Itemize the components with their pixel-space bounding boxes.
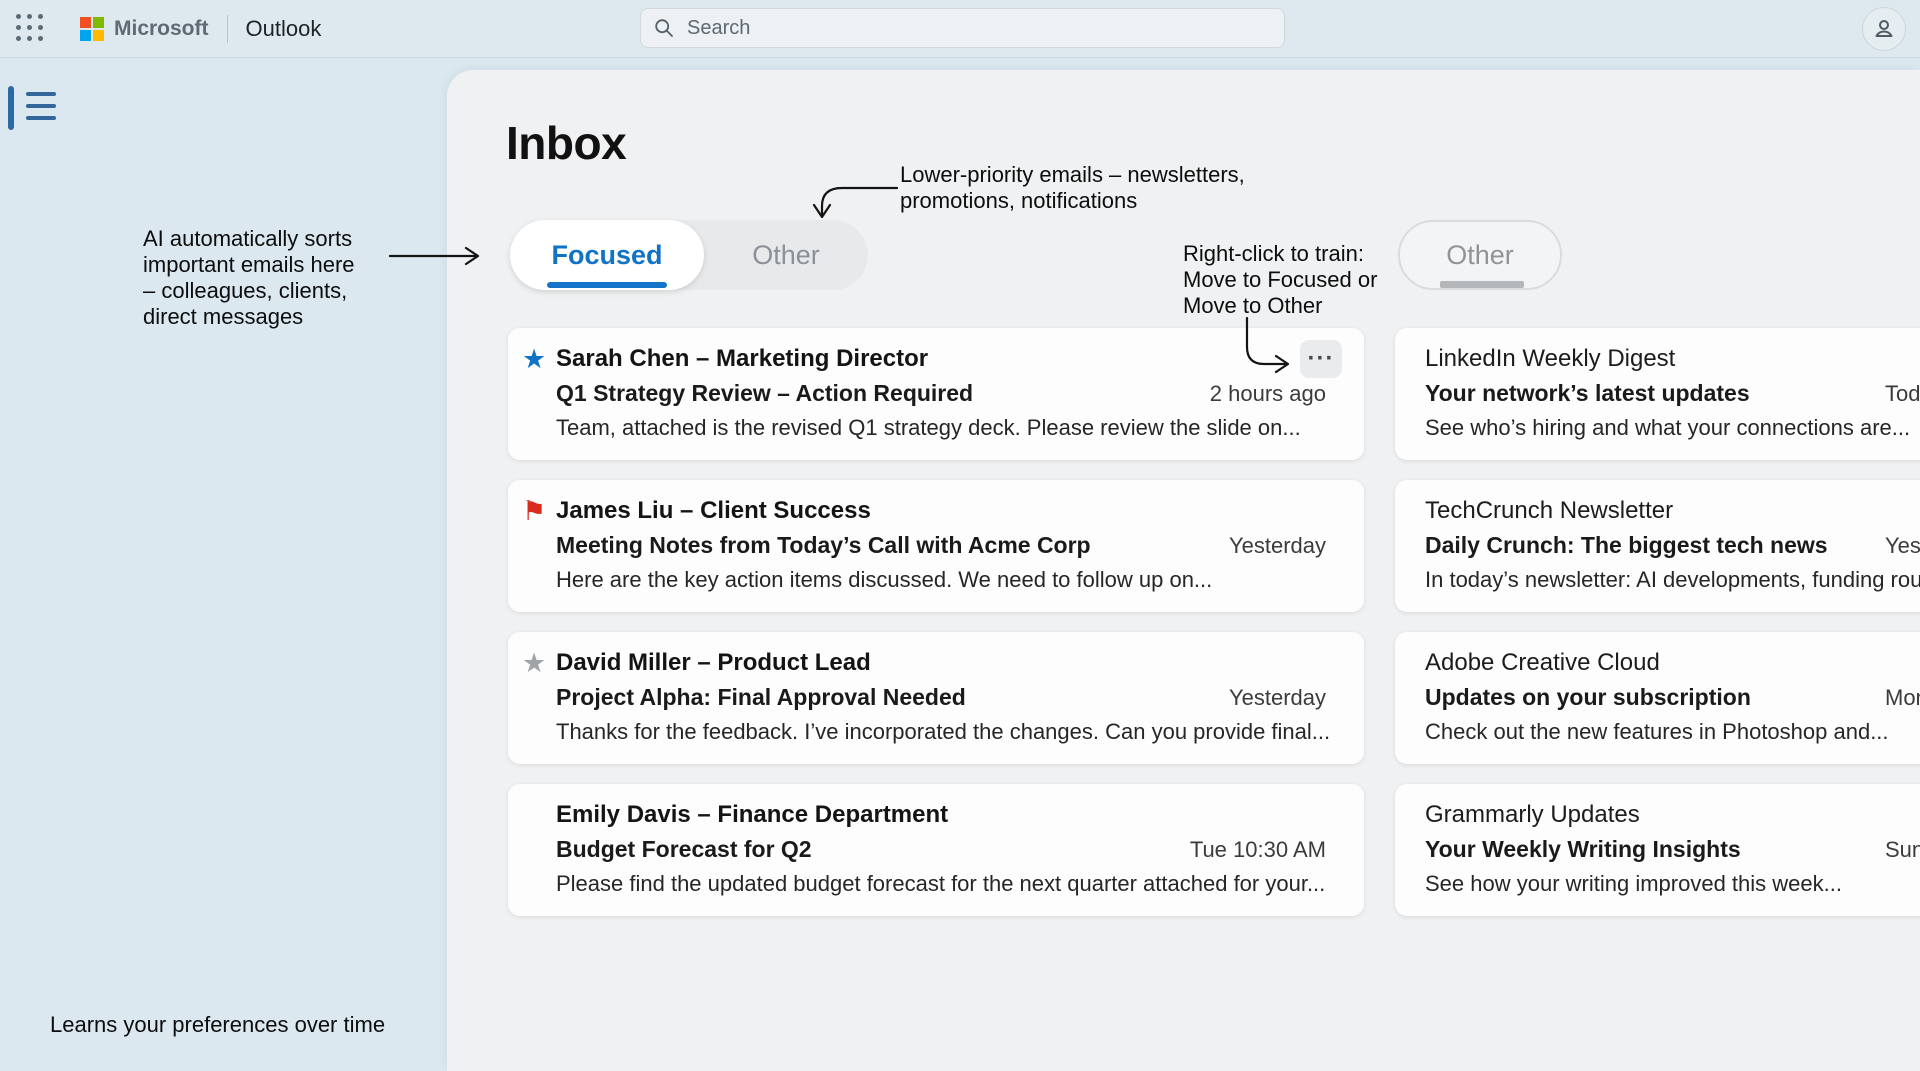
brand: Microsoft Outlook [80,0,321,58]
email-sender: TechCrunch Newsletter [1425,493,1920,528]
email-subject: Your network’s latest updates [1425,376,1750,411]
email-time: 2 hours ago [1210,376,1326,411]
email-sender: LinkedIn Weekly Digest [1425,341,1920,376]
person-icon [1871,16,1897,42]
email-sender: Sarah Chen – Marketing Director [556,341,1326,376]
email-emily-davis[interactable]: Emily Davis – Finance Department Budget … [508,784,1364,916]
tab-other[interactable]: Other [704,220,868,290]
search-input[interactable] [640,8,1285,48]
email-sender: James Liu – Client Success [556,493,1326,528]
annotation-right-click-train: Right-click to train: Move to Focused or… [1183,241,1377,319]
email-time: Yesterday [1885,528,1920,563]
email-sender: Emily Davis – Finance Department [556,797,1326,832]
other-panel-tab-label: Other [1446,240,1514,270]
inbox-tab-group: Other Focused [510,220,868,290]
tab-focused[interactable]: Focused [510,220,704,290]
email-body: James Liu – Client Success Meeting Notes… [556,493,1326,599]
star-icon[interactable]: ★ [522,645,556,751]
email-preview: Check out the new features in Photoshop … [1425,715,1920,749]
email-subject: Your Weekly Writing Insights [1425,832,1741,867]
email-body: David Miller – Product Lead Project Alph… [556,645,1326,751]
email-time: Sun [1885,832,1920,867]
email-sender: Adobe Creative Cloud [1425,645,1920,680]
email-time: Yesterday [1229,528,1326,563]
annotation-footer: Learns your preferences over time [50,1012,385,1038]
email-subject: Budget Forecast for Q2 [556,832,812,867]
more-options-button[interactable]: ··· [1300,340,1342,378]
email-techcrunch[interactable]: TechCrunch Newsletter Daily Crunch: The … [1395,480,1920,612]
email-david-miller[interactable]: ★ David Miller – Product Lead Project Al… [508,632,1364,764]
email-body: Sarah Chen – Marketing Director Q1 Strat… [556,341,1326,447]
brand-divider [227,15,228,43]
annotation-line: Lower-priority emails – newsletters, [900,162,1245,188]
email-body: Grammarly Updates Your Weekly Writing In… [1425,797,1920,903]
email-james-liu[interactable]: ⚑ James Liu – Client Success Meeting Not… [508,480,1364,612]
email-sender: Grammarly Updates [1425,797,1920,832]
email-body: Emily Davis – Finance Department Budget … [556,797,1326,903]
email-adobe[interactable]: Adobe Creative Cloud Updates on your sub… [1395,632,1920,764]
email-subject: Updates on your subscription [1425,680,1751,715]
email-time: Yesterday [1229,680,1326,715]
page-title: Inbox [506,116,626,170]
microsoft-logo-icon [80,17,104,41]
annotation-line: Move to Other [1183,293,1377,319]
flag-icon[interactable]: ⚑ [522,493,556,599]
email-preview: Here are the key action items discussed.… [556,563,1326,597]
other-tab-underline [1440,281,1524,288]
email-preview: Thanks for the feedback. I’ve incorporat… [556,715,1326,749]
topbar: Microsoft Outlook [0,0,1920,58]
email-preview: Team, attached is the revised Q1 strateg… [556,411,1326,445]
email-subject: Project Alpha: Final Approval Needed [556,680,966,715]
annotation-line: important emails here [143,252,355,278]
app-launcher-button[interactable] [16,14,46,44]
email-body: LinkedIn Weekly Digest Your network’s la… [1425,341,1920,447]
email-subject: Daily Crunch: The biggest tech news [1425,528,1828,563]
email-subject: Q1 Strategy Review – Action Required [556,376,973,411]
hamburger-menu-button[interactable] [26,92,58,120]
annotation-line: Right-click to train: [1183,241,1377,267]
app-name: Outlook [246,16,322,42]
microsoft-wordmark: Microsoft [114,17,209,41]
annotation-line: direct messages [143,304,355,330]
email-time: Monday [1885,680,1920,715]
search-box [640,8,1285,48]
account-button[interactable] [1862,7,1906,51]
email-grammarly[interactable]: Grammarly Updates Your Weekly Writing In… [1395,784,1920,916]
email-subject: Meeting Notes from Today’s Call with Acm… [556,528,1091,563]
annotation-line: Move to Focused or [1183,267,1377,293]
active-nav-accent [8,86,14,130]
star-icon[interactable]: ★ [522,341,556,447]
email-preview: See how your writing improved this week.… [1425,867,1920,901]
email-preview: See who’s hiring and what your connectio… [1425,411,1920,445]
outlook-window: Microsoft Outlook Inbox Other Focused [0,0,1920,1071]
email-body: TechCrunch Newsletter Daily Crunch: The … [1425,493,1920,599]
email-body: Adobe Creative Cloud Updates on your sub… [1425,645,1920,751]
email-sarah-chen[interactable]: ★ Sarah Chen – Marketing Director Q1 Str… [508,328,1364,460]
email-preview: Please find the updated budget forecast … [556,867,1326,901]
annotation-line: AI automatically sorts [143,226,355,252]
annotation-line: promotions, notifications [900,188,1245,214]
annotation-line: – colleagues, clients, [143,278,355,304]
email-sender: David Miller – Product Lead [556,645,1326,680]
email-linkedin[interactable]: LinkedIn Weekly Digest Your network’s la… [1395,328,1920,460]
annotation-focused: AI automatically sorts important emails … [143,226,355,330]
focused-tab-underline [547,282,667,288]
email-time: Tue 10:30 AM [1190,832,1326,867]
email-preview: In today’s newsletter: AI developments, … [1425,563,1920,597]
email-time: Today [1885,376,1920,411]
other-panel-tab[interactable]: Other [1398,220,1562,290]
annotation-other: Lower-priority emails – newsletters, pro… [900,162,1245,214]
icon-spacer [522,797,556,903]
